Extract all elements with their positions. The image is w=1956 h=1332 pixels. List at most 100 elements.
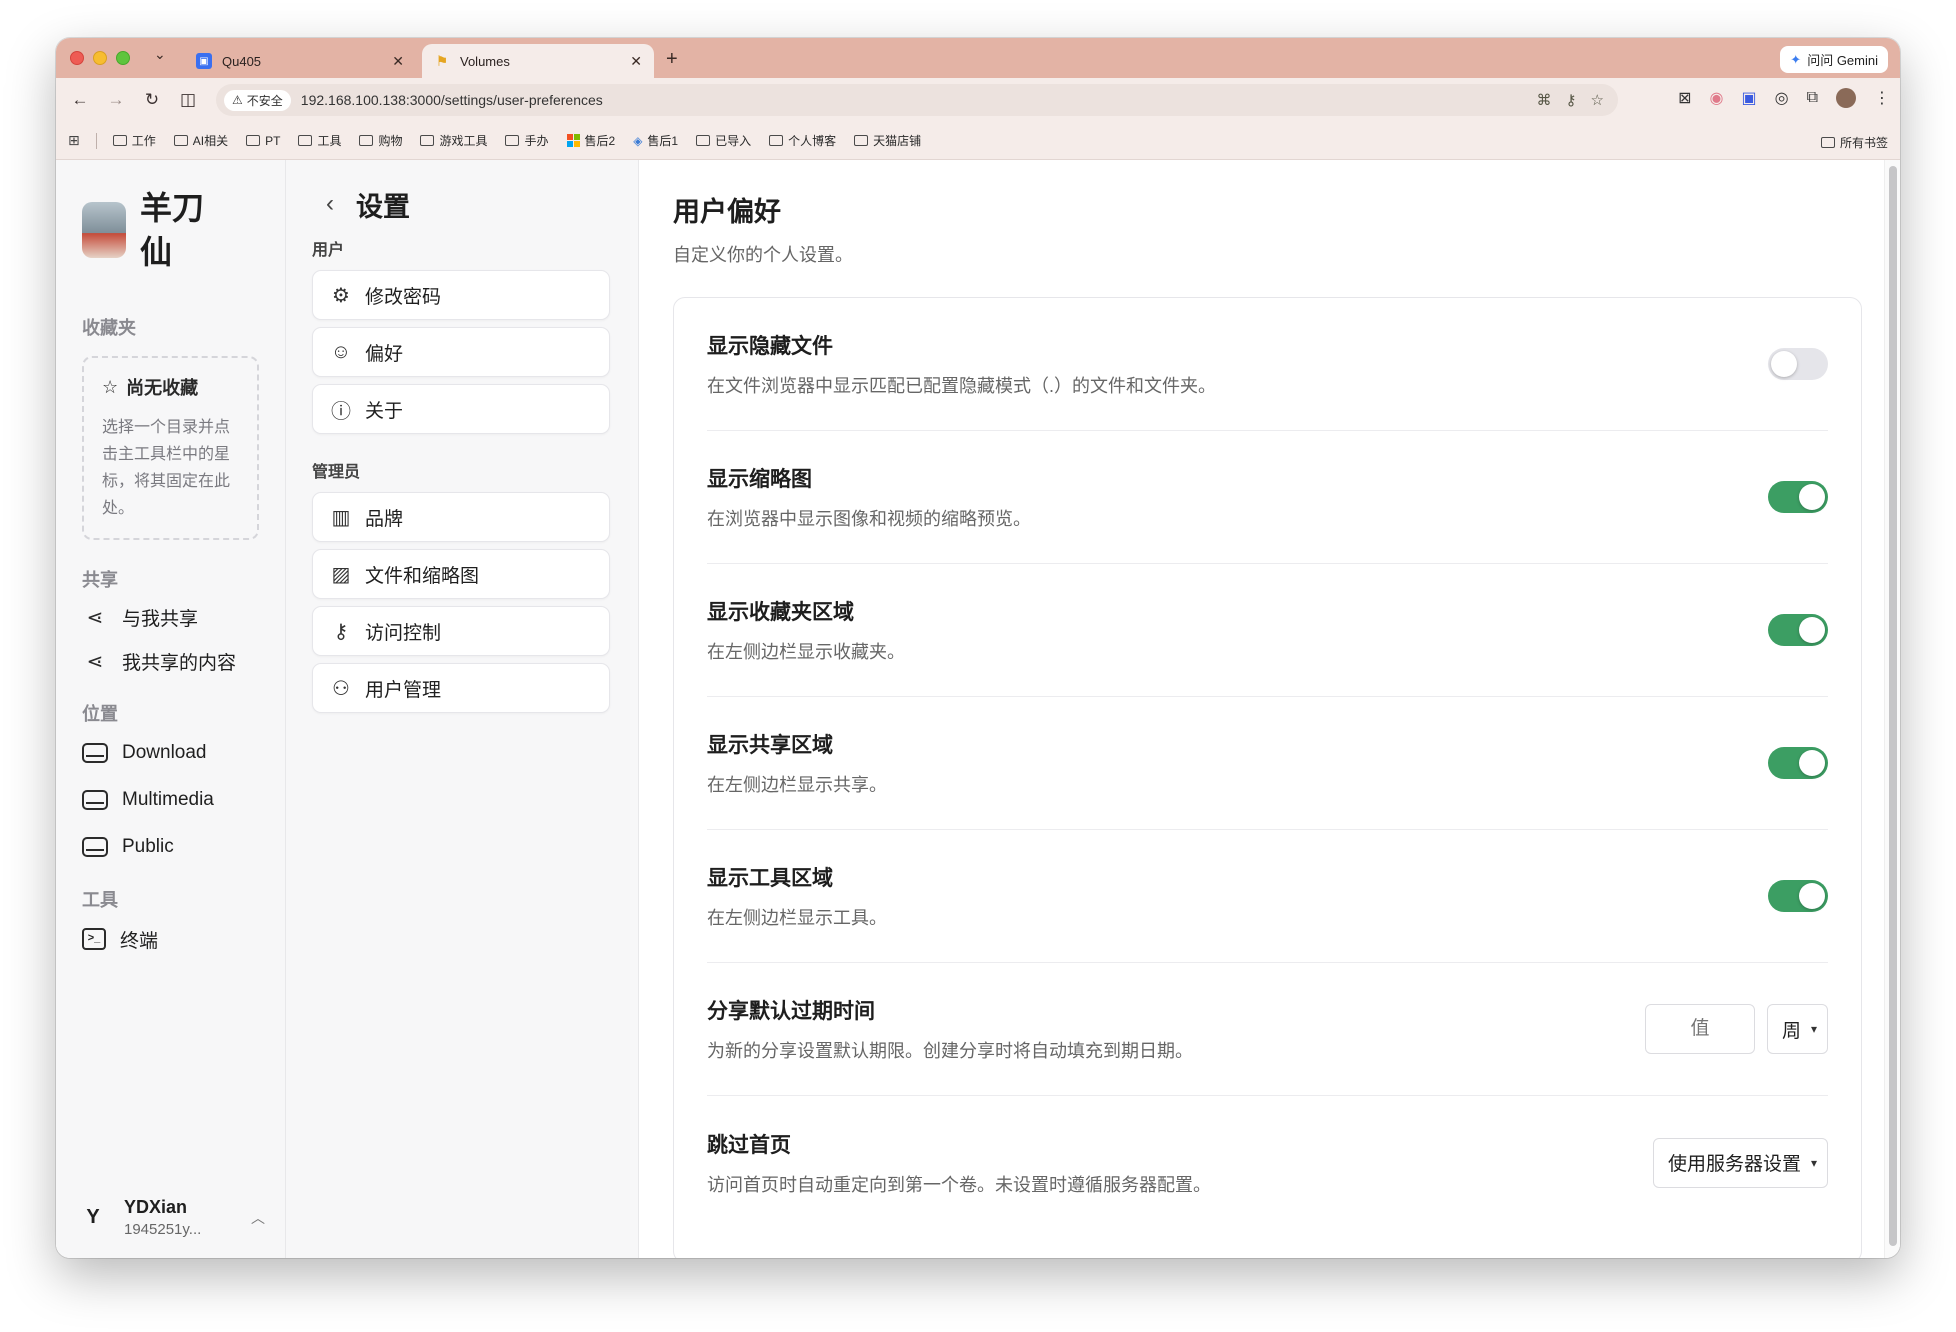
bookmark-folder[interactable]: 手办 xyxy=(505,132,549,149)
bookmark-folder[interactable]: 工作 xyxy=(112,132,156,149)
favorites-empty-title: 尚无收藏 xyxy=(126,378,199,398)
back-chevron-icon[interactable]: ‹ xyxy=(326,190,334,218)
brand-title: 羊刀仙 xyxy=(140,190,205,270)
bookmark-folder[interactable]: 游戏工具 xyxy=(420,132,487,149)
address-bar[interactable]: ⚠ 不安全 192.168.100.138:3000/settings/user-… xyxy=(216,84,1618,116)
profile-avatar[interactable] xyxy=(1836,88,1856,108)
toggle-switch[interactable] xyxy=(1768,348,1828,380)
user-circle-icon: ☺ xyxy=(330,340,352,363)
security-chip[interactable]: ⚠ 不安全 xyxy=(224,89,291,111)
back-icon[interactable]: ← xyxy=(62,90,98,110)
toggle-switch[interactable] xyxy=(1768,481,1828,513)
minimize-window-button[interactable] xyxy=(93,51,107,65)
maximize-window-button[interactable] xyxy=(116,51,130,65)
sidebar-item-terminal[interactable]: >_ 终端 xyxy=(82,926,259,952)
nav-item-access-control[interactable]: ⚷ 访问控制 xyxy=(312,606,610,656)
scrollbar-thumb[interactable] xyxy=(1889,166,1897,1246)
brand: 羊刀仙 xyxy=(82,186,259,274)
toggle-knob xyxy=(1799,750,1825,776)
bookmark-folder[interactable]: 工具 xyxy=(298,132,341,149)
folder-icon xyxy=(112,135,127,146)
password-key-icon[interactable]: ⚷ xyxy=(1566,91,1577,109)
folder-icon xyxy=(696,135,711,146)
bookmark-star-icon[interactable]: ☆ xyxy=(1591,91,1604,109)
shared-heading: 共享 xyxy=(82,570,118,590)
warning-icon: ⚠ xyxy=(232,93,243,107)
toggle-knob xyxy=(1799,484,1825,510)
bookmark-folder[interactable]: PT xyxy=(246,134,280,148)
users-icon: ⚇ xyxy=(332,677,350,700)
side-panel-icon[interactable]: ◫ xyxy=(170,90,206,110)
folder-icon xyxy=(854,135,869,146)
extension-icon[interactable]: ◉ xyxy=(1710,88,1724,108)
tab-volumes[interactable]: ⚑ Volumes ✕ xyxy=(422,44,654,78)
toggle-switch[interactable] xyxy=(1768,880,1828,912)
expiry-value-input[interactable] xyxy=(1644,1004,1755,1054)
pref-desc: 在左侧边栏显示共享。 xyxy=(707,775,887,795)
nav-item-branding[interactable]: ▥ 品牌 xyxy=(312,492,610,542)
translate-icon[interactable]: ⌘ xyxy=(1537,91,1552,109)
toggle-knob xyxy=(1799,883,1825,909)
user-menu[interactable]: Y YDXian 1945251y... ︿ xyxy=(82,1197,265,1238)
expiry-unit-select[interactable]: 周 ▾ xyxy=(1766,1004,1828,1054)
bookmark-folder[interactable]: 天猫店铺 xyxy=(854,132,921,149)
pref-row-shared-section: 显示共享区域 在左侧边栏显示共享。 xyxy=(707,697,1828,830)
pref-desc: 为新的分享设置默认期限。创建分享时将自动填充到期日期。 xyxy=(707,1041,1193,1061)
bookmark-folder[interactable]: AI相关 xyxy=(173,132,228,149)
nav-item-files-thumbnails[interactable]: ▨ 文件和缩略图 xyxy=(312,549,610,599)
skip-home-select[interactable]: 使用服务器设置 ▾ xyxy=(1652,1137,1828,1188)
extension-icon[interactable]: ◎ xyxy=(1775,88,1789,108)
extensions-puzzle-icon[interactable]: ⧉ xyxy=(1807,89,1818,107)
folder-icon xyxy=(173,135,188,146)
chevron-down-icon: ▾ xyxy=(1810,1155,1817,1170)
browser-menu-icon[interactable]: ⋮ xyxy=(1874,88,1890,108)
forward-icon[interactable]: → xyxy=(98,90,134,110)
toggle-switch[interactable] xyxy=(1768,614,1828,646)
tab-close-icon[interactable]: ✕ xyxy=(392,53,404,70)
toggle-knob xyxy=(1771,351,1797,377)
bookmarks-bar: ⊞ 工作 AI相关 PT 工具 购物 游戏工具 手办 售后2 ◈ 售后1 已导入 … xyxy=(56,122,1900,160)
bookmark-link[interactable]: ◈ 售后1 xyxy=(633,132,678,149)
sidebar-item-public[interactable]: Public xyxy=(82,834,259,860)
sidebar-item-download[interactable]: Download xyxy=(82,740,259,766)
drive-icon xyxy=(82,790,108,810)
main-content: 用户偏好 自定义你的个人设置。 显示隐藏文件 在文件浏览器中显示匹配已配置隐藏模… xyxy=(639,160,1900,1258)
sidebar-item-shared-with-me[interactable]: ⋖ 与我共享 xyxy=(82,604,259,630)
building-icon: ▥ xyxy=(331,506,351,529)
nav-item-preferences[interactable]: ☺ 偏好 xyxy=(312,327,610,377)
page-subtitle: 自定义你的个人设置。 xyxy=(673,245,853,265)
tab-qu405[interactable]: ▣ Qu405 ✕ xyxy=(184,44,416,78)
pref-title: 显示隐藏文件 xyxy=(707,335,833,358)
reload-icon[interactable]: ↻ xyxy=(134,90,170,110)
bookmark-folder[interactable]: 购物 xyxy=(359,132,402,149)
bookmark-folder[interactable]: 已导入 xyxy=(696,132,751,149)
key-icon: ⚷ xyxy=(333,620,349,643)
folder-flag-icon: ⚑ xyxy=(435,52,449,69)
url-text[interactable]: 192.168.100.138:3000/settings/user-prefe… xyxy=(301,92,1537,108)
user-email: 1945251y... xyxy=(124,1221,202,1238)
nav-item-user-management[interactable]: ⚇ 用户管理 xyxy=(312,663,610,713)
gemini-sparkle-icon: ✦ xyxy=(1790,51,1802,67)
tab-search-chevron-icon[interactable]: ⌄ xyxy=(154,46,166,63)
nav-item-about[interactable]: ⓘ 关于 xyxy=(312,384,610,434)
extension-icon[interactable]: ⊠ xyxy=(1678,88,1691,108)
pref-desc: 访问首页时自动重定向到第一个卷。未设置时遵循服务器配置。 xyxy=(707,1174,1211,1195)
close-window-button[interactable] xyxy=(70,51,84,65)
bookmark-folder[interactable]: 个人博客 xyxy=(769,132,836,149)
bookmark-link[interactable]: 售后2 xyxy=(566,132,615,149)
toggle-knob xyxy=(1799,617,1825,643)
apps-grid-icon[interactable]: ⊞ xyxy=(68,132,80,149)
scrollbar[interactable] xyxy=(1884,160,1900,1258)
nav-item-change-password[interactable]: ⚙ 修改密码 xyxy=(312,270,610,320)
sidebar-item-my-shares[interactable]: ⋖ 我共享的内容 xyxy=(82,648,259,674)
share-icon: ⋖ xyxy=(86,650,104,673)
extension-icon[interactable]: ▣ xyxy=(1741,88,1756,108)
sidebar-item-multimedia[interactable]: Multimedia xyxy=(82,787,259,813)
new-tab-button[interactable]: + xyxy=(666,48,678,71)
all-bookmarks[interactable]: 所有书签 xyxy=(1820,134,1888,151)
toggle-switch[interactable] xyxy=(1768,747,1828,779)
image-icon: ▨ xyxy=(331,563,351,586)
tab-close-icon[interactable]: ✕ xyxy=(630,53,642,70)
favorites-empty-text: 选择一个目录并点击主工具栏中的星标，将其固定在此处。 xyxy=(102,419,231,517)
gemini-button[interactable]: ✦ 问问 Gemini xyxy=(1780,46,1888,73)
